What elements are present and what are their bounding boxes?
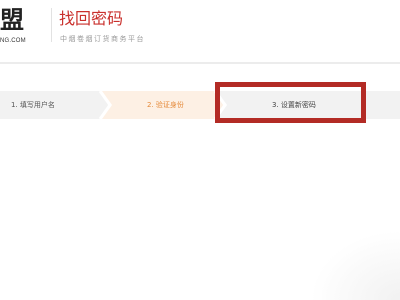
page-subtitle: 中烟卷烟订货商务平台 <box>60 35 145 43</box>
logo-domain: NG.COM <box>0 38 26 44</box>
page-title: 找回密码 <box>59 9 124 28</box>
header-separator <box>0 62 400 64</box>
logo-mark: 盟 <box>0 5 25 34</box>
page: 盟 NG.COM 找回密码 中烟卷烟订货商务平台 1. 填写用户名 2. 验证身… <box>0 0 400 300</box>
highlight-annotation-box <box>215 82 366 123</box>
header: 盟 NG.COM 找回密码 中烟卷烟订货商务平台 <box>0 0 400 62</box>
step-1-label: 1. 填写用户名 <box>11 101 55 109</box>
header-divider <box>51 8 52 42</box>
logo: 盟 NG.COM <box>0 4 52 48</box>
corner-shade <box>310 230 400 300</box>
step-2-label: 2. 验证身份 <box>147 101 184 109</box>
